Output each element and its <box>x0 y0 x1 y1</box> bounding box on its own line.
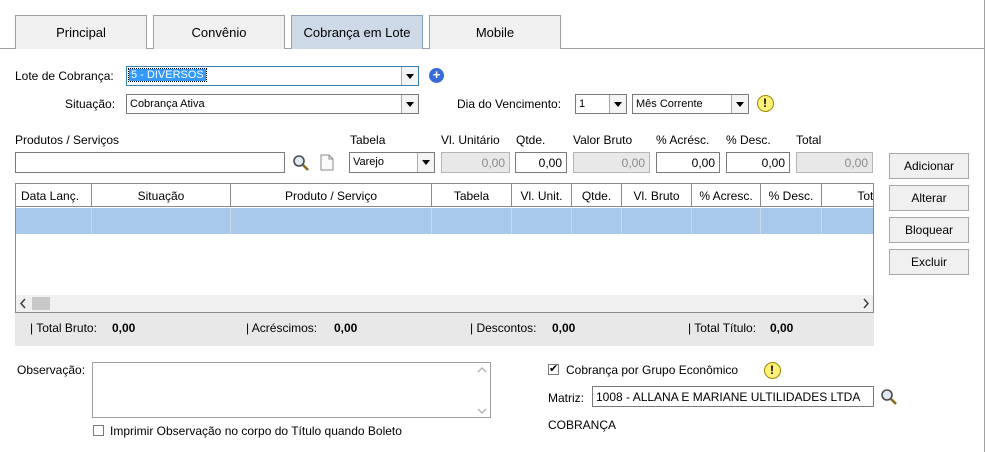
vencimento-day-value: 1 <box>579 98 586 110</box>
table-cell <box>231 208 432 234</box>
chevron-down-icon[interactable] <box>401 95 418 113</box>
vencimento-period-value: Mês Corrente <box>636 98 703 110</box>
situacao-select[interactable]: Cobrança Ativa <box>126 94 419 114</box>
imprimir-label: Imprimir Observação no corpo do Título q… <box>110 424 402 438</box>
grupo-economico-checkbox[interactable] <box>548 362 559 375</box>
col-tabela[interactable]: Tabela <box>432 184 512 207</box>
search-icon[interactable] <box>880 388 898 406</box>
warning-icon[interactable] <box>757 95 774 112</box>
vertical-scrollbar[interactable] <box>474 363 490 417</box>
matriz-label: Matriz: <box>548 391 584 405</box>
col-acresc[interactable]: % Acresc. <box>692 184 761 207</box>
imprimir-checkbox[interactable] <box>93 425 104 436</box>
total-bruto-value: 0,00 <box>112 321 136 335</box>
produtos-label: Produtos / Serviços <box>15 133 120 147</box>
tab-mobile[interactable]: Mobile <box>429 15 561 49</box>
total-titulo-value: 0,00 <box>770 321 794 335</box>
acresc-label: % Acrésc. <box>656 133 710 147</box>
scroll-down-icon[interactable] <box>477 407 487 415</box>
qtde-input[interactable]: 0,00 <box>515 152 567 173</box>
table-cell <box>572 208 622 234</box>
adicionar-button[interactable]: Adicionar <box>889 153 969 179</box>
total-input: 0,00 <box>796 152 873 173</box>
lote-select[interactable]: 5 - DIVERSOS <box>126 66 419 86</box>
vencimento-period-select[interactable]: Mês Corrente <box>632 94 749 114</box>
grid-header: Data Lanç. Situação Produto / Serviço Ta… <box>16 184 873 207</box>
tab-cobranca-em-lote[interactable]: Cobrança em Lote <box>291 15 423 49</box>
bloquear-button[interactable]: Bloquear <box>889 217 969 243</box>
excluir-button[interactable]: Excluir <box>889 249 969 275</box>
table-cell <box>692 208 761 234</box>
col-qtde[interactable]: Qtde. <box>572 184 622 207</box>
tabela-select[interactable]: Varejo <box>349 152 435 173</box>
valor-bruto-input: 0,00 <box>573 152 650 173</box>
warning-icon[interactable] <box>764 362 781 379</box>
table-cell <box>622 208 692 234</box>
table-cell <box>92 208 231 234</box>
vl-unitario-input: 0,00 <box>441 152 510 173</box>
alterar-button[interactable]: Alterar <box>889 185 969 211</box>
col-desc[interactable]: % Desc. <box>761 184 822 207</box>
total-titulo-label: | Total Título: <box>688 321 757 335</box>
col-situacao[interactable]: Situação <box>92 184 231 207</box>
grupo-economico-label: Cobrança por Grupo Econômico <box>566 363 739 377</box>
scroll-left-icon[interactable] <box>18 298 28 309</box>
observacao-label: Observação: <box>17 363 86 377</box>
table-row[interactable] <box>16 208 873 234</box>
col-produto-servico[interactable]: Produto / Serviço <box>231 184 432 207</box>
col-data-lanc[interactable]: Data Lanç. <box>16 184 92 207</box>
search-icon[interactable] <box>292 154 310 172</box>
items-grid[interactable]: Data Lanç. Situação Produto / Serviço Ta… <box>15 183 874 313</box>
vencimento-day-select[interactable]: 1 <box>575 94 627 114</box>
chevron-down-icon[interactable] <box>401 67 418 85</box>
desc-input[interactable]: 0,00 <box>726 152 790 173</box>
tabela-label: Tabela <box>350 133 386 147</box>
table-cell <box>16 208 92 234</box>
total-label: Total <box>796 133 822 147</box>
vl-unitario-label: Vl. Unitário <box>441 133 500 147</box>
situacao-label: Situação: <box>65 97 116 111</box>
table-cell <box>512 208 572 234</box>
qtde-label: Qtde. <box>516 133 546 147</box>
observacao-textarea[interactable] <box>92 362 491 418</box>
scroll-up-icon[interactable] <box>477 366 487 374</box>
tabela-value: Varejo <box>353 156 384 168</box>
acrescimos-label: | Acréscimos: <box>246 321 318 335</box>
total-bruto-label: | Total Bruto: <box>30 321 97 335</box>
col-vl-unit[interactable]: Vl. Unit. <box>512 184 572 207</box>
descontos-label: | Descontos: <box>470 321 537 335</box>
tab-principal[interactable]: Principal <box>15 15 147 49</box>
vencimento-label: Dia do Vencimento: <box>457 97 562 111</box>
document-icon[interactable] <box>320 154 334 171</box>
matriz-input[interactable]: 1008 - ALLANA E MARIANE ULTILIDADES LTDA <box>592 386 874 407</box>
totals-bar: | Total Bruto: 0,00 | Acréscimos: 0,00 |… <box>15 313 874 346</box>
produto-input[interactable] <box>15 152 285 173</box>
acresc-input[interactable]: 0,00 <box>656 152 720 173</box>
table-cell <box>761 208 822 234</box>
desc-label: % Desc. <box>726 133 771 147</box>
scroll-thumb[interactable] <box>32 297 50 310</box>
chevron-down-icon[interactable] <box>417 153 434 172</box>
col-total[interactable]: Tota <box>822 184 873 207</box>
situacao-value: Cobrança Ativa <box>130 98 205 110</box>
col-vl-bruto[interactable]: Vl. Bruto <box>622 184 692 207</box>
tab-convenio[interactable]: Convênio <box>153 15 285 49</box>
chevron-down-icon[interactable] <box>731 95 748 113</box>
cobranca-text: COBRANÇA <box>548 418 617 432</box>
descontos-value: 0,00 <box>552 321 576 335</box>
acrescimos-value: 0,00 <box>334 321 358 335</box>
chevron-down-icon[interactable] <box>609 95 626 113</box>
scroll-right-icon[interactable] <box>861 298 871 309</box>
lote-value: 5 - DIVERSOS <box>128 68 207 82</box>
lote-label: Lote de Cobrança: <box>15 69 114 83</box>
horizontal-scrollbar[interactable] <box>16 295 873 312</box>
table-cell <box>432 208 512 234</box>
add-circle-icon[interactable]: + <box>429 68 444 83</box>
valor-bruto-label: Valor Bruto <box>573 133 633 147</box>
